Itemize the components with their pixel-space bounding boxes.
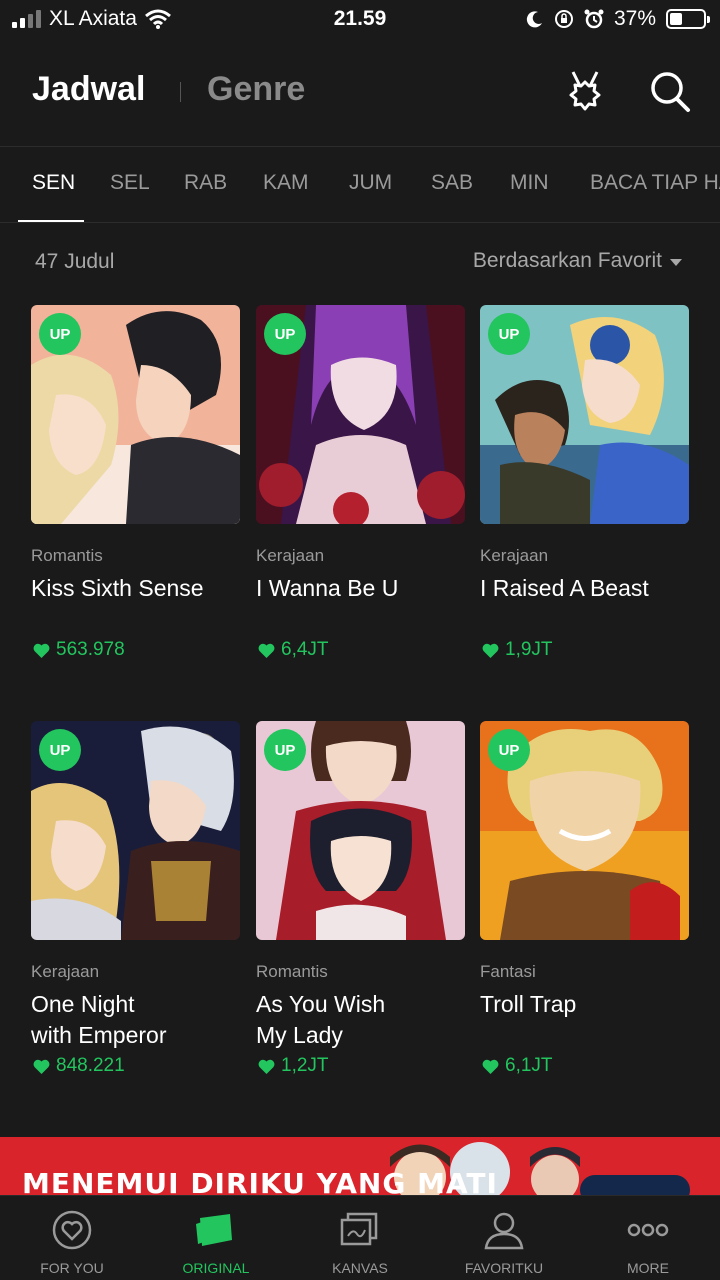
series-list: 47 Judul Berdasarkan Favorit UP Romantis… <box>0 223 720 1137</box>
tab-min[interactable]: MIN <box>510 171 549 195</box>
tab-sab[interactable]: SAB <box>431 171 473 195</box>
series-card[interactable]: UP Fantasi Troll Trap 6,1JT <box>480 721 690 1076</box>
series-card[interactable]: UP Romantis As You Wish My Lady 1,2JT <box>256 721 466 1076</box>
update-badge: UP <box>488 313 530 355</box>
moon-icon <box>526 11 542 28</box>
app-header: Jadwal Genre <box>0 40 720 146</box>
like-value: 848.221 <box>56 1055 125 1076</box>
series-title: Kiss Sixth Sense <box>31 575 204 601</box>
heart-icon <box>33 643 50 658</box>
like-count: 1,9JT <box>482 639 553 661</box>
nav-for-you[interactable]: FOR YOU <box>0 1196 144 1280</box>
cover-image: UP <box>256 305 465 524</box>
tab-sen[interactable]: SEN <box>32 171 75 195</box>
series-title: I Wanna Be U <box>256 575 399 601</box>
tab-jum[interactable]: JUM <box>349 171 392 195</box>
day-tabs: SEN SEL RAB KAM JUM SAB MIN BACA TIAP HA… <box>0 146 720 223</box>
series-genre: Kerajaan <box>480 546 549 565</box>
tab-kam[interactable]: KAM <box>263 171 309 195</box>
series-card[interactable]: UP Kerajaan I Wanna Be U 6,4JT <box>256 305 466 660</box>
like-value: 6,4JT <box>281 639 329 660</box>
more-dots-icon <box>627 1223 669 1237</box>
tab-sel[interactable]: SEL <box>110 171 150 195</box>
heart-icon <box>258 1059 275 1074</box>
nav-label: ORIGINAL <box>182 1260 250 1276</box>
rotation-lock-icon <box>554 10 573 28</box>
series-title: Troll Trap <box>480 991 577 1017</box>
battery-percent: 37% <box>613 7 656 30</box>
like-value: 6,1JT <box>505 1055 553 1076</box>
like-count: 1,2JT <box>258 1055 329 1077</box>
nav-original[interactable]: ORIGINAL <box>144 1196 288 1280</box>
status-bar: XL Axiata 21.59 37% <box>0 0 720 40</box>
genre-tab[interactable]: Genre <box>207 70 305 109</box>
series-genre: Fantasi <box>480 962 536 981</box>
promo-banner[interactable]: MENEMUI DIRIKU YANG MATI <box>0 1137 720 1195</box>
series-genre: Romantis <box>256 962 328 981</box>
update-badge: UP <box>39 313 81 355</box>
series-title: I Raised A Beast <box>480 575 649 601</box>
tab-rab[interactable]: RAB <box>184 171 227 195</box>
cover-image: UP <box>31 305 240 524</box>
nav-more[interactable]: MORE <box>576 1196 720 1280</box>
series-title: One Night with Emperor <box>31 991 167 1048</box>
heart-icon <box>258 643 275 658</box>
like-count: 563.978 <box>33 639 125 661</box>
heart-circle-icon <box>52 1210 92 1250</box>
series-genre: Kerajaan <box>256 546 325 565</box>
series-card[interactable]: UP Kerajaan I Raised A Beast 1,9JT <box>480 305 690 660</box>
award-ribbon-icon[interactable] <box>563 68 607 116</box>
like-value: 1,9JT <box>505 639 553 660</box>
like-value: 563.978 <box>56 639 125 660</box>
update-badge: UP <box>264 729 306 771</box>
series-card[interactable]: UP Kerajaan One Night with Emperor 848.2… <box>31 721 241 1076</box>
bottom-nav: FOR YOU ORIGINAL KANVAS FAVORITKU MORE <box>0 1195 720 1280</box>
series-genre: Romantis <box>31 546 103 565</box>
banner-text: MENEMUI DIRIKU YANG MATI <box>22 1167 498 1195</box>
original-book-icon <box>196 1214 232 1246</box>
schedule-tab[interactable]: Jadwal <box>32 70 145 109</box>
alarm-icon <box>584 9 604 29</box>
cover-image: UP <box>31 721 240 940</box>
cover-image: UP <box>480 721 689 940</box>
nav-label: MORE <box>627 1260 669 1276</box>
like-count: 848.221 <box>33 1055 125 1077</box>
profile-icon <box>484 1212 524 1250</box>
cover-image: UP <box>480 305 689 524</box>
heart-icon <box>33 1059 50 1074</box>
battery-icon <box>666 9 710 29</box>
nav-label: FAVORITKU <box>464 1260 544 1276</box>
cover-image: UP <box>256 721 465 940</box>
update-badge: UP <box>39 729 81 771</box>
heart-icon <box>482 643 499 658</box>
search-icon[interactable] <box>648 68 692 116</box>
tab-daily[interactable]: BACA TIAP HARI <box>590 171 720 195</box>
like-count: 6,1JT <box>482 1055 553 1077</box>
caret-down-icon <box>670 258 682 266</box>
nav-label: FOR YOU <box>40 1260 104 1276</box>
title-count: 47 Judul <box>35 250 115 273</box>
header-divider <box>180 82 181 102</box>
series-title: As You Wish My Lady <box>256 991 386 1048</box>
series-genre: Kerajaan <box>31 962 100 981</box>
update-badge: UP <box>488 729 530 771</box>
canvas-icon <box>340 1212 378 1246</box>
nav-kanvas[interactable]: KANVAS <box>288 1196 432 1280</box>
nav-favoritku[interactable]: FAVORITKU <box>432 1196 576 1280</box>
heart-icon <box>482 1059 499 1074</box>
sort-dropdown[interactable]: Berdasarkan Favorit <box>473 249 682 273</box>
nav-label: KANVAS <box>332 1260 388 1276</box>
sort-label: Berdasarkan Favorit <box>472 249 662 272</box>
update-badge: UP <box>264 313 306 355</box>
like-value: 1,2JT <box>281 1055 329 1076</box>
series-card[interactable]: UP Romantis Kiss Sixth Sense 563.978 <box>31 305 241 660</box>
like-count: 6,4JT <box>258 639 329 661</box>
